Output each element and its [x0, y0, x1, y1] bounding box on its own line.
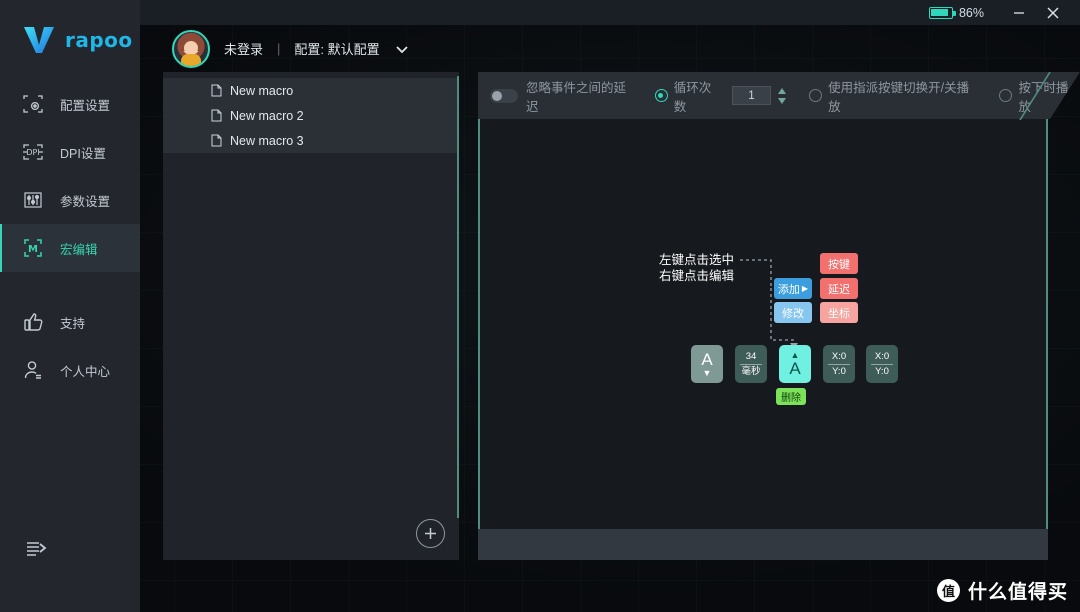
ignore-delay-label: 忽略事件之间的延迟: [526, 80, 627, 114]
macro-list: New macro New macro 2 New macro 3: [163, 72, 459, 153]
context-menu-delay[interactable]: 延迟: [820, 278, 858, 299]
key-up-letter: A: [789, 358, 801, 378]
key-down-block[interactable]: A ▼: [691, 345, 723, 383]
profile-settings-icon: [20, 91, 46, 117]
coord-x: X:0: [874, 350, 890, 362]
submenu-arrow-icon: ▶: [801, 284, 809, 293]
context-menu-edit[interactable]: 修改: [774, 302, 812, 323]
ignore-delay-toggle[interactable]: [490, 88, 518, 103]
app-window: 86% rapoo 配置设置 DPI DPI设置 参数设置 M 宏编辑 支持 个…: [0, 0, 1080, 612]
svg-text:M: M: [28, 244, 38, 255]
sidebar-item-label: 配置设置: [60, 98, 111, 113]
list-item[interactable]: New macro 2: [163, 103, 459, 128]
macro-name: New macro 3: [230, 133, 304, 148]
add-macro-button[interactable]: [416, 519, 445, 548]
key-down-letter: A: [701, 349, 713, 369]
document-icon: [211, 84, 222, 97]
list-item[interactable]: New macro: [163, 78, 459, 103]
title-bar: 86%: [140, 0, 1080, 25]
sidebar-item-profile-settings[interactable]: 配置设置: [0, 80, 140, 128]
watermark-badge: 值: [936, 579, 960, 602]
delay-block[interactable]: 34 毫秒: [735, 345, 767, 383]
macro-name: New macro: [230, 83, 294, 98]
sidebar-item-label: DPI设置: [60, 146, 106, 161]
battery-icon: [928, 6, 956, 19]
parameter-settings-icon: [20, 187, 46, 213]
macro-list-panel: New macro New macro 2 New macro 3: [163, 72, 459, 560]
logo-text: rapoo: [65, 28, 133, 52]
coord-y: Y:0: [832, 365, 846, 377]
coord-y: Y:0: [875, 365, 889, 377]
sidebar-divider-gap: [0, 272, 140, 298]
watermark-text: 什么值得买: [967, 582, 1068, 603]
macro-list-scrollbar[interactable]: [457, 76, 459, 518]
press-play-group[interactable]: 按下时播放: [999, 77, 1080, 115]
toggle-play-group[interactable]: 使用指派按键切换开/关播放: [809, 77, 979, 115]
sidebar-item-label: 宏编辑: [60, 242, 98, 257]
hint-line-1: 左键点击选中: [659, 253, 735, 267]
press-play-label: 按下时播放: [1018, 80, 1069, 114]
sidebar-item-label: 参数设置: [60, 194, 111, 209]
dpi-settings-icon: DPI: [20, 139, 46, 165]
watermark: 值 什么值得买: [936, 577, 1068, 604]
loop-count-radio[interactable]: [654, 89, 668, 102]
account-separator: |: [277, 41, 281, 56]
toggle-play-radio[interactable]: [809, 89, 823, 102]
sidebar-item-dpi-settings[interactable]: DPI DPI设置: [0, 128, 140, 176]
coord-block-1[interactable]: X:0 Y:0: [823, 345, 855, 383]
loop-count-input[interactable]: 1: [731, 86, 772, 105]
user-center-icon: [20, 357, 46, 383]
coord-block-2[interactable]: X:0 Y:0: [866, 345, 898, 383]
close-button[interactable]: [1036, 0, 1070, 25]
battery-indicator: 86%: [928, 5, 984, 20]
battery-percent: 86%: [958, 5, 984, 20]
loop-count-group[interactable]: 循环次数 1: [654, 77, 787, 115]
macro-toolbar: 忽略事件之间的延迟 循环次数 1 使用指派按键切换开/关播放 按下时播放: [478, 72, 1080, 119]
sidebar-item-user-center[interactable]: 个人中心: [0, 346, 140, 394]
press-play-radio[interactable]: [999, 89, 1013, 102]
diagram-connectors: [740, 259, 798, 349]
spinner-updown-icon[interactable]: [777, 87, 787, 104]
collapse-menu-icon[interactable]: [22, 534, 50, 562]
delay-unit: 毫秒: [741, 365, 761, 377]
sidebar-item-parameter-settings[interactable]: 参数设置: [0, 176, 140, 224]
key-down-arrow: ▼: [702, 367, 712, 378]
list-item[interactable]: New macro 3: [163, 128, 459, 153]
sidebar-item-support[interactable]: 支持: [0, 298, 140, 346]
toggle-play-label: 使用指派按键切换开/关播放: [828, 80, 970, 114]
ignore-delay-toggle-group[interactable]: 忽略事件之间的延迟: [490, 77, 637, 115]
delay-value: 34: [745, 350, 757, 362]
macro-name: New macro 2: [230, 108, 304, 123]
context-menu-add[interactable]: 添加 ▶: [774, 278, 812, 299]
macro-editor-status-bar: [478, 529, 1048, 560]
document-icon: [211, 109, 222, 122]
context-menu-key[interactable]: 按键: [820, 253, 858, 274]
account-bar: 未登录 | 配置: 默认配置: [140, 25, 1080, 72]
diagram-hint: 左键点击选中 右键点击编辑: [659, 252, 734, 284]
rapoo-v-logo: [24, 27, 54, 53]
chevron-down-icon[interactable]: [394, 41, 410, 57]
sidebar-item-label: 支持: [60, 316, 86, 331]
context-menu-coord[interactable]: 坐标: [820, 302, 858, 323]
avatar[interactable]: [172, 29, 210, 68]
hint-line-2: 右键点击编辑: [659, 269, 735, 283]
coord-x: X:0: [831, 350, 847, 362]
document-icon: [211, 134, 222, 147]
delete-block-button[interactable]: 删除: [776, 388, 806, 405]
svg-text:DPI: DPI: [26, 148, 39, 157]
login-status[interactable]: 未登录: [224, 39, 263, 58]
loop-count-label: 循环次数: [673, 80, 712, 114]
sidebar-item-macro-editor[interactable]: M 宏编辑: [0, 224, 140, 272]
macro-sequence-diagram: 左键点击选中 右键点击编辑 添加 ▶ 修改 按键 延迟 坐标 A ▼ 34 毫秒 …: [478, 119, 1048, 529]
profile-selector-label[interactable]: 配置: 默认配置: [294, 39, 379, 58]
sidebar-item-label: 个人中心: [60, 364, 111, 379]
key-up-block[interactable]: ▲ A: [779, 345, 811, 383]
context-menu-add-label: 添加: [777, 283, 800, 296]
minimize-button[interactable]: [1002, 0, 1036, 25]
sidebar: rapoo 配置设置 DPI DPI设置 参数设置 M 宏编辑 支持 个人中心: [0, 0, 140, 612]
app-logo: rapoo: [0, 0, 140, 80]
thumbs-up-icon: [20, 309, 46, 335]
macro-editor-icon: M: [20, 235, 46, 261]
